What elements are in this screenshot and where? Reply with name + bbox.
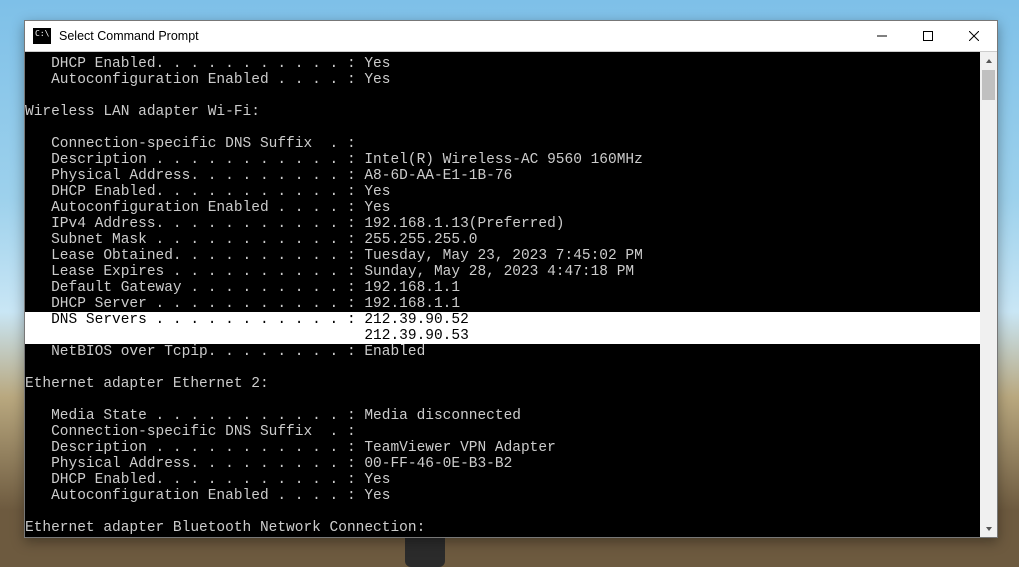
output-line: Ethernet adapter Bluetooth Network Conne… (25, 520, 425, 536)
output-line: Default Gateway . . . . . . . . . : 192.… (25, 280, 460, 296)
output-line: Wireless LAN adapter Wi-Fi: (25, 104, 260, 120)
output-line: Autoconfiguration Enabled . . . . : Yes (25, 72, 390, 88)
close-icon (969, 31, 979, 41)
minimize-icon (877, 31, 887, 41)
output-line-selected: 212.39.90.53 (25, 328, 997, 344)
output-line: DHCP Enabled. . . . . . . . . . . : Yes (25, 472, 390, 488)
scroll-down-button[interactable] (980, 520, 997, 537)
output-line: Lease Expires . . . . . . . . . . : Sund… (25, 264, 634, 280)
output-line: DHCP Server . . . . . . . . . . . : 192.… (25, 296, 460, 312)
output-line: Lease Obtained. . . . . . . . . . : Tues… (25, 248, 643, 264)
maximize-icon (923, 31, 933, 41)
terminal-output-area[interactable]: DHCP Enabled. . . . . . . . . . . : Yes … (25, 52, 997, 537)
output-line-selected: DNS Servers . . . . . . . . . . . : 212.… (25, 312, 997, 328)
output-line: Autoconfiguration Enabled . . . . : Yes (25, 488, 390, 504)
window-controls (859, 21, 997, 51)
minimize-button[interactable] (859, 21, 905, 51)
terminal-text[interactable]: DHCP Enabled. . . . . . . . . . . : Yes … (25, 52, 997, 536)
output-line: Autoconfiguration Enabled . . . . : Yes (25, 200, 390, 216)
output-line: DHCP Enabled. . . . . . . . . . . : Yes (25, 56, 390, 72)
chevron-down-icon (985, 525, 993, 533)
window-title: Select Command Prompt (59, 29, 859, 43)
output-line: Connection-specific DNS Suffix . : (25, 136, 356, 152)
output-line: NetBIOS over Tcpip. . . . . . . . : Enab… (25, 344, 425, 360)
output-line: Description . . . . . . . . . . . : Team… (25, 440, 556, 456)
close-button[interactable] (951, 21, 997, 51)
scroll-up-button[interactable] (980, 52, 997, 69)
output-line: Ethernet adapter Ethernet 2: (25, 376, 269, 392)
command-prompt-window: Select Command Prompt DHCP Enabled. . . … (24, 20, 998, 538)
vertical-scrollbar[interactable] (980, 52, 997, 537)
chevron-up-icon (985, 57, 993, 65)
output-line: Physical Address. . . . . . . . . : A8-6… (25, 168, 512, 184)
output-line: Connection-specific DNS Suffix . : (25, 424, 356, 440)
output-line: Media State . . . . . . . . . . . : Medi… (25, 408, 521, 424)
maximize-button[interactable] (905, 21, 951, 51)
scroll-track[interactable] (980, 69, 997, 520)
output-line: DHCP Enabled. . . . . . . . . . . : Yes (25, 184, 390, 200)
scroll-thumb[interactable] (982, 70, 995, 100)
cmd-icon (33, 28, 51, 44)
output-line: Physical Address. . . . . . . . . : 00-F… (25, 456, 512, 472)
window-titlebar[interactable]: Select Command Prompt (25, 21, 997, 52)
output-line: Subnet Mask . . . . . . . . . . . : 255.… (25, 232, 477, 248)
output-line: Description . . . . . . . . . . . : Inte… (25, 152, 643, 168)
output-line: IPv4 Address. . . . . . . . . . . : 192.… (25, 216, 565, 232)
